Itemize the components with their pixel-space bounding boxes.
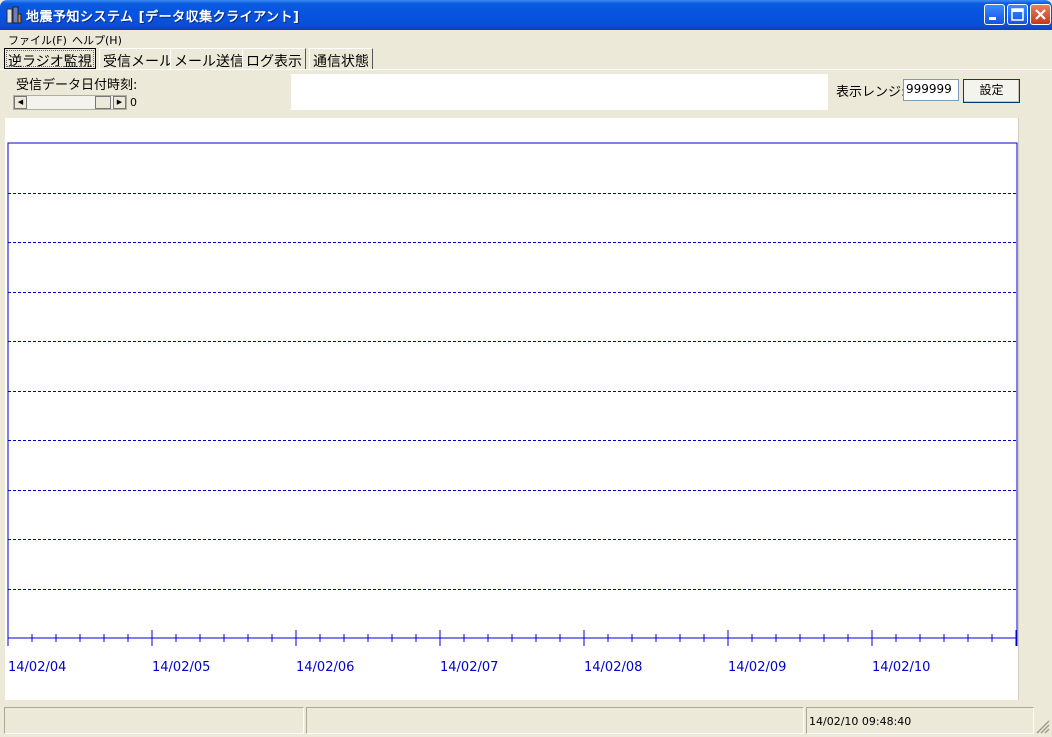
tab-send-mail[interactable]: メール送信 (170, 48, 248, 70)
resize-grip-icon[interactable] (1034, 718, 1050, 734)
received-date-label: 受信データ日付時刻: (16, 78, 138, 93)
x-tick-label: 14/02/08 (584, 660, 642, 675)
x-tick-label: 14/02/09 (728, 660, 786, 675)
date-scrollbar[interactable]: ◀ ▶ (13, 95, 127, 110)
x-tick-label: 14/02/04 (8, 660, 66, 675)
tab-log-view[interactable]: ログ表示 (242, 48, 306, 70)
scroll-value: 0 (130, 96, 137, 109)
app-icon (6, 6, 22, 24)
x-tick-label: 14/02/07 (440, 660, 498, 675)
x-tick-label: 14/02/05 (152, 660, 210, 675)
menu-bar: ファイル(F) ヘルプ(H) (0, 30, 1052, 48)
scroll-right-icon[interactable]: ▶ (113, 96, 126, 109)
chart-panel: 14/02/04 14/02/05 14/02/06 14/02/07 14/02/08… (5, 118, 1018, 700)
x-tick-label: 14/02/06 (296, 660, 354, 675)
x-tick-label: 14/02/10 (872, 660, 930, 675)
tab-divider (0, 69, 1052, 70)
status-time: 14/02/10 09:48:40 (806, 707, 1034, 734)
title-bar[interactable]: 地震予知システム [データ収集クライアント] (0, 0, 1052, 30)
tab-received-mail[interactable]: 受信メール (99, 48, 177, 70)
close-button[interactable] (1030, 4, 1051, 25)
set-button[interactable]: 設定 (963, 79, 1020, 103)
menu-file[interactable]: ファイル(F) (8, 32, 67, 48)
plot-frame (7, 142, 1018, 639)
maximize-icon (1011, 8, 1024, 21)
vertical-scroll-track[interactable] (1018, 118, 1038, 700)
tab-reverse-radio[interactable]: 逆ラジオ監視 (4, 48, 96, 70)
status-panel-2 (306, 707, 804, 734)
scroll-thumb[interactable] (95, 96, 111, 109)
minimize-button[interactable] (984, 4, 1005, 25)
minimize-icon (989, 17, 996, 20)
maximize-button[interactable] (1007, 4, 1028, 25)
tab-comm-status[interactable]: 通信状態 (309, 48, 373, 70)
close-icon (1035, 9, 1046, 20)
status-panel-1 (4, 707, 304, 734)
range-label: 表示レンジ: (836, 85, 906, 100)
time-chart: 14/02/04 14/02/05 14/02/06 14/02/07 14/02/08… (7, 142, 1018, 675)
range-input[interactable]: 999999 (903, 79, 959, 101)
message-display (291, 74, 828, 110)
status-bar: 14/02/10 09:48:40 (0, 705, 1052, 737)
menu-help[interactable]: ヘルプ(H) (72, 32, 122, 48)
scroll-left-icon[interactable]: ◀ (14, 96, 27, 109)
window-title: 地震予知システム [データ収集クライアント] (26, 10, 300, 25)
